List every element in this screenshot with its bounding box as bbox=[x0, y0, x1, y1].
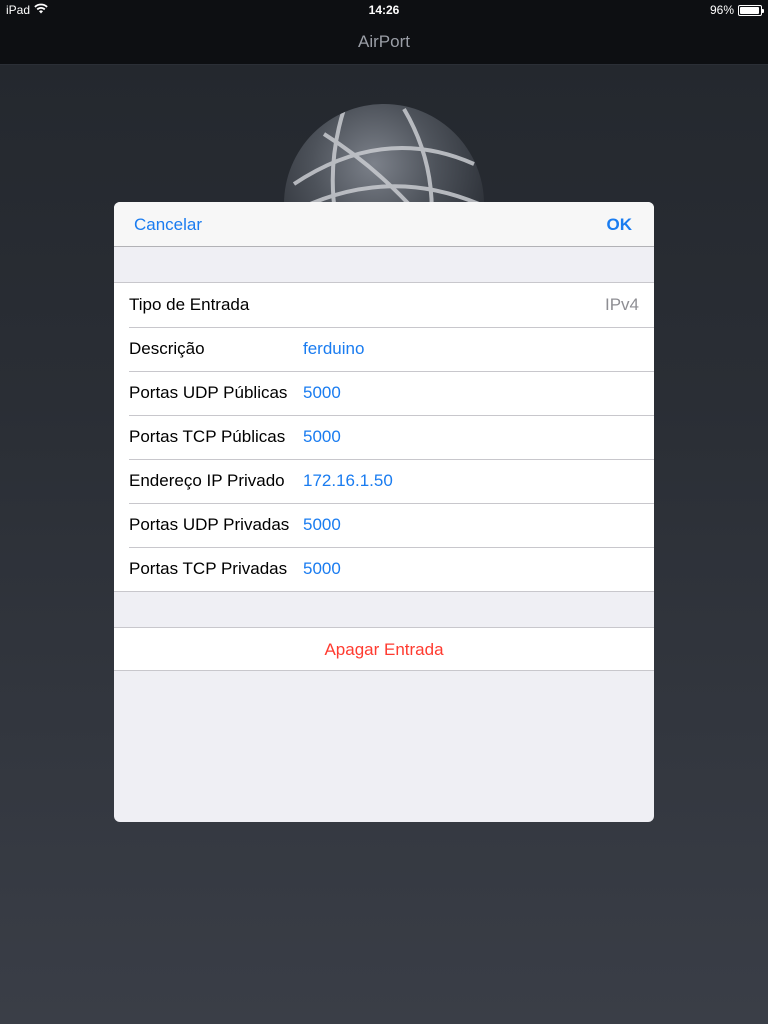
entry-fields-table: Tipo de Entrada IPv4 Descrição ferduino … bbox=[114, 282, 654, 592]
row-label: Portas TCP Privadas bbox=[129, 559, 288, 578]
row-label: Portas TCP Públicas bbox=[129, 427, 286, 446]
edit-entry-modal: Cancelar OK Tipo de Entrada IPv4 Descriç… bbox=[114, 202, 654, 822]
row-description[interactable]: Descrição ferduino bbox=[114, 327, 654, 371]
delete-entry-button[interactable]: Apagar Entrada bbox=[114, 640, 654, 660]
modal-header: Cancelar OK bbox=[114, 202, 654, 247]
row-label: Descrição bbox=[129, 339, 205, 358]
battery-icon bbox=[738, 4, 764, 16]
row-label: Tipo de Entrada bbox=[129, 295, 250, 314]
entry-type-value: IPv4 bbox=[604, 295, 639, 314]
private-ip-field[interactable]: 172.16.1.50 bbox=[303, 471, 393, 491]
nav-bar: AirPort bbox=[0, 20, 768, 65]
delete-section: Apagar Entrada bbox=[114, 627, 654, 671]
status-right: 96% bbox=[709, 3, 764, 17]
nav-title: AirPort bbox=[358, 32, 410, 51]
public-tcp-ports-field[interactable]: 5000 bbox=[303, 427, 341, 447]
cancel-button[interactable]: Cancelar bbox=[134, 215, 202, 235]
clock: 14:26 bbox=[368, 3, 400, 17]
private-tcp-ports-field[interactable]: 5000 bbox=[303, 559, 341, 579]
row-private-ip-address[interactable]: Endereço IP Privado 172.16.1.50 bbox=[114, 459, 654, 503]
status-bar: iPad 14:26 96% bbox=[0, 0, 768, 20]
row-private-udp-ports[interactable]: Portas UDP Privadas 5000 bbox=[114, 503, 654, 547]
row-label: Endereço IP Privado bbox=[129, 471, 285, 490]
row-entry-type[interactable]: Tipo de Entrada IPv4 bbox=[114, 283, 654, 327]
ok-button[interactable]: OK bbox=[607, 215, 633, 235]
row-label: Portas UDP Públicas bbox=[129, 383, 288, 402]
private-udp-ports-field[interactable]: 5000 bbox=[303, 515, 341, 535]
row-public-tcp-ports[interactable]: Portas TCP Públicas 5000 bbox=[114, 415, 654, 459]
public-udp-ports-field[interactable]: 5000 bbox=[303, 383, 341, 403]
battery-percent: 96% bbox=[709, 3, 734, 17]
description-field[interactable]: ferduino bbox=[303, 339, 364, 359]
row-label: Portas UDP Privadas bbox=[129, 515, 290, 534]
row-private-tcp-ports[interactable]: Portas TCP Privadas 5000 bbox=[114, 547, 654, 591]
row-public-udp-ports[interactable]: Portas UDP Públicas 5000 bbox=[114, 371, 654, 415]
battery-fill bbox=[740, 6, 760, 14]
